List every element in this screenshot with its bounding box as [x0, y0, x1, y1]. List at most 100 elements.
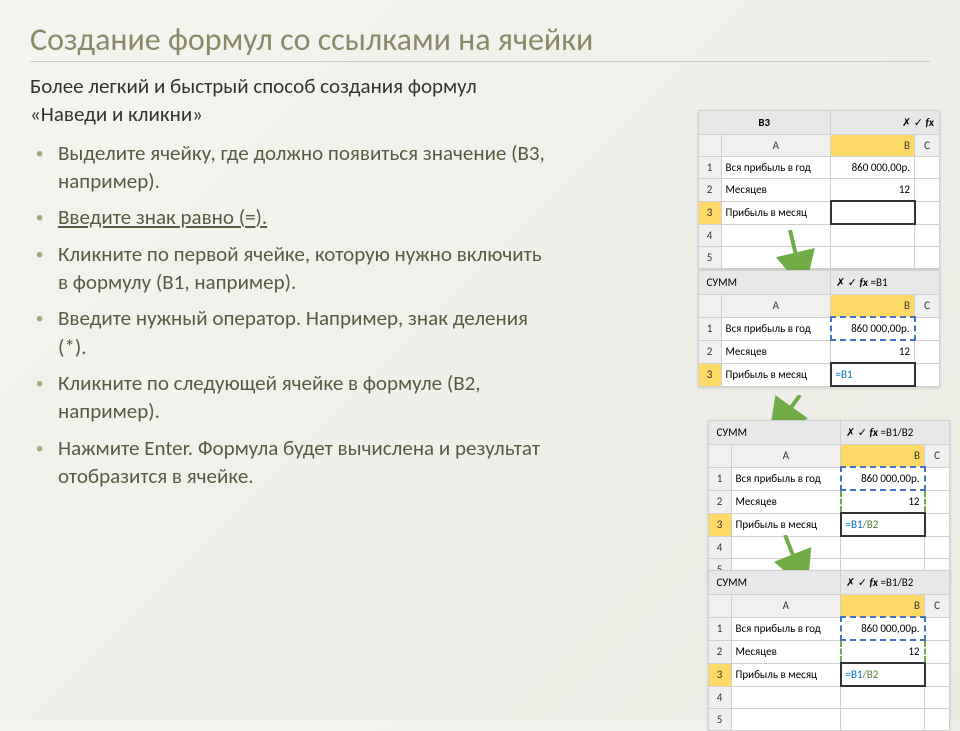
cell[interactable]: [915, 157, 940, 179]
column-header[interactable]: C: [915, 295, 940, 318]
selected-cell[interactable]: [831, 201, 915, 224]
cell[interactable]: [915, 247, 940, 269]
row-header[interactable]: 1: [698, 317, 721, 340]
cell[interactable]: [915, 340, 940, 363]
column-header[interactable]: A: [721, 295, 831, 318]
row-header[interactable]: 3: [698, 363, 721, 386]
row-header[interactable]: 3: [708, 663, 731, 686]
cell[interactable]: [925, 640, 950, 663]
cell[interactable]: 12: [841, 490, 925, 513]
enter-icon[interactable]: ✓: [858, 576, 867, 589]
fx-icon[interactable]: fx: [859, 276, 868, 289]
cell[interactable]: [915, 179, 940, 202]
name-box[interactable]: СУММ: [708, 421, 841, 445]
row-header[interactable]: 2: [708, 490, 731, 513]
cell[interactable]: [925, 686, 950, 709]
row-header[interactable]: 4: [698, 224, 721, 247]
excel-screenshot-3: СУММ ✗ ✓ fx =B1/B2 A B C 1Вся прибыль в …: [708, 420, 951, 581]
slide-title: Создание формул со ссылками на ячейки: [30, 20, 930, 62]
cell[interactable]: Прибыль в месяц: [731, 663, 841, 686]
row-header[interactable]: 1: [698, 157, 721, 179]
bullet-item: Кликните по следующей ячейке в формуле (…: [58, 369, 550, 426]
column-header[interactable]: B: [841, 445, 925, 468]
cell[interactable]: Вся прибыль в год: [721, 317, 831, 340]
column-header[interactable]: C: [915, 135, 940, 157]
name-box[interactable]: B3: [698, 111, 831, 135]
cell[interactable]: [841, 686, 925, 709]
column-header[interactable]: B: [841, 595, 925, 618]
fx-icon[interactable]: fx: [869, 576, 878, 589]
cell[interactable]: Прибыль в месяц: [721, 363, 831, 386]
cell[interactable]: [925, 490, 950, 513]
fx-icon[interactable]: fx: [869, 426, 878, 439]
cancel-icon[interactable]: ✗: [902, 116, 911, 129]
column-header[interactable]: C: [925, 445, 950, 468]
enter-icon[interactable]: ✓: [848, 276, 857, 289]
row-header[interactable]: 1: [708, 467, 731, 490]
cell[interactable]: [915, 363, 940, 386]
bullet-item: Введите знак равно (=).: [58, 203, 550, 231]
row-header[interactable]: 4: [708, 536, 731, 559]
cell[interactable]: Вся прибыль в год: [731, 467, 841, 490]
name-box[interactable]: СУММ: [708, 571, 841, 595]
selected-cell[interactable]: =B1/B2: [841, 513, 925, 536]
cell[interactable]: [721, 247, 831, 269]
cell[interactable]: [925, 663, 950, 686]
selected-cell[interactable]: =B1/B2: [841, 663, 925, 686]
cell[interactable]: Вся прибыль в год: [721, 157, 831, 179]
cell[interactable]: Месяцев: [721, 179, 831, 202]
row-header[interactable]: 3: [698, 201, 721, 224]
cancel-icon[interactable]: ✗: [846, 426, 855, 439]
row-header[interactable]: 2: [708, 640, 731, 663]
cell[interactable]: [915, 201, 940, 224]
cancel-icon[interactable]: ✗: [846, 576, 855, 589]
column-header[interactable]: A: [731, 445, 841, 468]
cell[interactable]: 12: [831, 179, 915, 202]
column-header[interactable]: B: [831, 135, 915, 157]
excel-screenshot-4: СУММ ✗ ✓ fx =B1/B2 A B C 1Вся прибыль в …: [708, 570, 951, 731]
selected-cell[interactable]: =B1: [831, 363, 915, 386]
cell[interactable]: [925, 513, 950, 536]
row-header[interactable]: 4: [708, 686, 731, 709]
name-box[interactable]: СУММ: [698, 271, 831, 295]
cell[interactable]: [731, 686, 841, 709]
cell[interactable]: [841, 536, 925, 559]
row-header[interactable]: 2: [698, 340, 721, 363]
cell[interactable]: Вся прибыль в год: [731, 617, 841, 640]
column-header[interactable]: A: [721, 135, 831, 157]
column-header[interactable]: B: [831, 295, 915, 318]
cell[interactable]: [721, 224, 831, 247]
enter-icon[interactable]: ✓: [858, 426, 867, 439]
cell[interactable]: Прибыль в месяц: [731, 513, 841, 536]
cell[interactable]: Месяцев: [721, 340, 831, 363]
row-header[interactable]: 5: [698, 247, 721, 269]
cell[interactable]: [831, 247, 915, 269]
cell[interactable]: [925, 467, 950, 490]
cell[interactable]: [925, 617, 950, 640]
cell[interactable]: 860 000,00р.: [841, 617, 925, 640]
cell[interactable]: [915, 317, 940, 340]
cell[interactable]: 860 000,00р.: [841, 467, 925, 490]
formula-bar[interactable]: =B1/B2: [880, 576, 913, 589]
cell[interactable]: Прибыль в месяц: [721, 201, 831, 224]
formula-bar[interactable]: =B1/B2: [880, 426, 913, 439]
row-header[interactable]: 2: [698, 179, 721, 202]
formula-bar[interactable]: =B1: [870, 276, 887, 289]
row-header[interactable]: 1: [708, 617, 731, 640]
cell[interactable]: [731, 536, 841, 559]
cell[interactable]: [925, 536, 950, 559]
cancel-icon[interactable]: ✗: [836, 276, 845, 289]
column-header[interactable]: C: [925, 595, 950, 618]
cell[interactable]: 860 000,00р.: [831, 317, 915, 340]
cell[interactable]: 12: [841, 640, 925, 663]
row-header[interactable]: 3: [708, 513, 731, 536]
cell[interactable]: 860 000,00р.: [831, 157, 915, 179]
cell[interactable]: Месяцев: [731, 490, 841, 513]
cell[interactable]: Месяцев: [731, 640, 841, 663]
cell[interactable]: [915, 224, 940, 247]
enter-icon[interactable]: ✓: [914, 116, 923, 129]
cell[interactable]: [831, 224, 915, 247]
column-header[interactable]: A: [731, 595, 841, 618]
fx-icon[interactable]: fx: [925, 116, 934, 129]
cell[interactable]: 12: [831, 340, 915, 363]
